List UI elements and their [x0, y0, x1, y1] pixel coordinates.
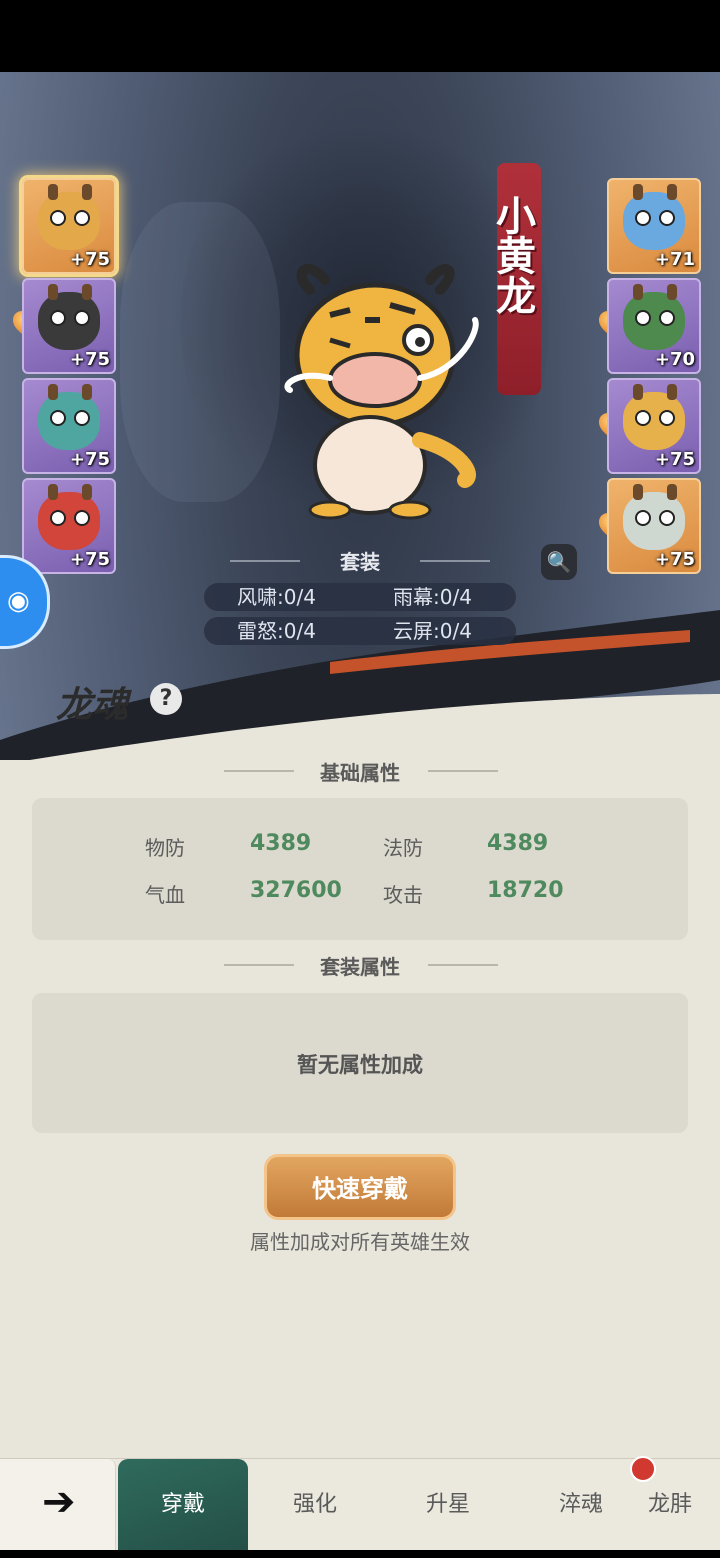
dragon-portrait — [38, 192, 100, 250]
tab-star-up[interactable]: 升星 — [383, 1459, 513, 1551]
horn-icon — [633, 184, 643, 200]
dragon-slot-left-2[interactable]: +75 — [22, 278, 116, 374]
set-title: 套装 — [230, 546, 490, 575]
empty-attributes-note: 暂无属性加成 — [297, 1053, 423, 1077]
horn-icon — [82, 284, 92, 300]
eye-icon — [659, 510, 675, 526]
bonus-hint-text: 属性加成对所有英雄生效 — [250, 1230, 470, 1254]
stat-label: 攻击 — [383, 883, 423, 907]
hero-name: 小黄龙 — [489, 195, 535, 315]
eye-icon — [74, 510, 90, 526]
stat-label: 法防 — [383, 836, 423, 860]
bottom-tab-bar: ➔ 穿戴 强化 升星 淬魂 龙肨 — [0, 1458, 720, 1551]
horn-icon — [48, 284, 58, 300]
eye-icon — [635, 410, 651, 426]
eye-icon — [659, 410, 675, 426]
dragon-portrait — [38, 392, 100, 450]
horn-icon — [82, 484, 92, 500]
dragon-slot-right-1[interactable]: +71 — [607, 178, 701, 274]
horn-icon — [633, 284, 643, 300]
set-item-thunder: 雷怒:0/4 — [237, 619, 316, 643]
dragon-portrait — [623, 492, 685, 550]
magnify-icon[interactable]: 🔍 — [541, 544, 577, 580]
dragon-portrait — [38, 492, 100, 550]
hero-dragon-illustration — [284, 264, 479, 520]
eye-icon — [659, 310, 675, 326]
slot-level: +75 — [69, 549, 110, 570]
eye-icon — [74, 210, 90, 226]
slot-level: +75 — [654, 549, 695, 570]
dragon-portrait — [623, 292, 685, 350]
eye-icon — [50, 210, 66, 226]
dragon-portrait — [623, 192, 685, 250]
stat-value: 327600 — [250, 878, 342, 903]
eye-icon — [50, 310, 66, 326]
horn-icon — [633, 384, 643, 400]
quick-equip-button[interactable]: 快速穿戴 — [264, 1154, 456, 1220]
horn-icon — [48, 484, 58, 500]
stat-label: 物防 — [145, 836, 185, 860]
eye-icon — [74, 310, 90, 326]
slot-level: +75 — [69, 449, 110, 470]
horn-icon — [82, 384, 92, 400]
dragon-slot-right-3[interactable]: +75 — [607, 378, 701, 474]
stat-value: 18720 — [487, 878, 564, 903]
eye-icon — [635, 510, 651, 526]
dragon-slot-left-4[interactable]: +75 — [22, 478, 116, 574]
slot-level: +75 — [69, 249, 110, 270]
horn-icon — [633, 484, 643, 500]
eye-icon — [50, 410, 66, 426]
set-item-cloud: 云屏:0/4 — [393, 619, 472, 643]
horn-icon — [667, 284, 677, 300]
horn-icon — [667, 384, 677, 400]
eye-icon — [635, 210, 651, 226]
back-arrow-icon: ➔ — [42, 1479, 76, 1525]
gamepad-icon: ◉ — [7, 586, 30, 616]
tab-enhance[interactable]: 强化 — [250, 1459, 380, 1551]
horn-icon — [48, 384, 58, 400]
dragon-slot-left-3[interactable]: +75 — [22, 378, 116, 474]
notification-dot — [630, 1456, 656, 1482]
back-button[interactable]: ➔ — [0, 1459, 116, 1551]
section-title: 龙魂 — [56, 685, 129, 726]
slot-level: +70 — [654, 349, 695, 370]
eye-icon — [50, 510, 66, 526]
set-item-wind: 风啸:0/4 — [237, 585, 316, 609]
horn-icon — [82, 184, 92, 200]
stat-value: 4389 — [487, 831, 549, 856]
dragon-portrait — [623, 392, 685, 450]
tab-equip[interactable]: 穿戴 — [118, 1459, 248, 1551]
stat-value: 4389 — [250, 831, 312, 856]
dragon-slot-right-2[interactable]: +70 — [607, 278, 701, 374]
slot-level: +75 — [69, 349, 110, 370]
horn-icon — [667, 184, 677, 200]
base-attributes-card — [32, 798, 688, 940]
help-icon[interactable]: ? — [150, 683, 182, 715]
ghost-dragon-decoration — [120, 202, 280, 502]
dragon-slot-right-4[interactable]: +75 — [607, 478, 701, 574]
stat-label: 气血 — [145, 883, 185, 907]
tab-dragon-more[interactable]: 龙肨 — [648, 1459, 720, 1551]
status-bar — [0, 0, 720, 72]
horn-icon — [667, 484, 677, 500]
slot-level: +75 — [654, 449, 695, 470]
dragon-portrait — [38, 292, 100, 350]
eye-icon — [659, 210, 675, 226]
eye-icon — [635, 310, 651, 326]
dragon-slot-left-1[interactable]: +75 — [22, 178, 116, 274]
set-item-rain: 雨幕:0/4 — [393, 585, 472, 609]
horn-icon — [48, 184, 58, 200]
base-attributes-title: 基础属性 — [320, 761, 400, 785]
slot-level: +71 — [654, 249, 695, 270]
eye-icon — [74, 410, 90, 426]
bottom-edge — [0, 1550, 720, 1558]
tab-temper-soul[interactable]: 淬魂 — [516, 1459, 646, 1551]
set-attributes-title: 套装属性 — [320, 955, 400, 979]
